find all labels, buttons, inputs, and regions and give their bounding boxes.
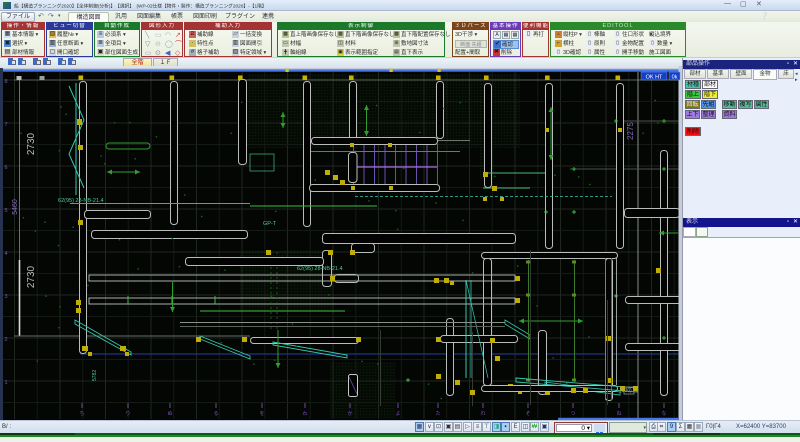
svg-text:り: り	[125, 411, 130, 417]
svg-text:ぬ: ぬ	[167, 411, 172, 417]
svg-text:た: た	[435, 411, 440, 417]
svg-text:ち: ち	[79, 411, 84, 417]
svg-text:そ: そ	[525, 410, 530, 417]
svg-text:1: 1	[4, 380, 7, 386]
svg-text:8: 8	[4, 79, 7, 85]
svg-text:を: を	[259, 410, 264, 417]
svg-text:か: か	[347, 410, 352, 417]
svg-text:7: 7	[4, 122, 7, 128]
svg-text:OK HT: OK HT	[646, 75, 663, 81]
svg-text:2275: 2275	[626, 122, 635, 140]
svg-text:5782: 5782	[92, 370, 98, 381]
svg-text:る: る	[213, 411, 218, 417]
svg-text:62(95) 28-NB-21.4: 62(95) 28-NB-21.4	[297, 266, 343, 272]
svg-text:2: 2	[4, 337, 7, 343]
svg-text:2730: 2730	[26, 132, 37, 155]
svg-text:2730: 2730	[26, 265, 37, 288]
svg-text:な: な	[661, 410, 666, 417]
svg-text:ね: ね	[616, 411, 621, 417]
svg-text:4: 4	[4, 251, 7, 257]
svg-text:0k: 0k	[672, 75, 678, 81]
svg-text:5: 5	[4, 208, 7, 214]
svg-text:れ: れ	[480, 411, 485, 417]
svg-text:5460: 5460	[12, 199, 19, 215]
svg-text:GP-T: GP-T	[263, 221, 277, 227]
svg-text:つ: つ	[570, 411, 575, 417]
svg-text:6: 6	[4, 165, 7, 171]
svg-text:わ: わ	[302, 410, 307, 417]
svg-text:よ: よ	[395, 411, 400, 417]
svg-text:3: 3	[4, 294, 7, 300]
svg-text:(530): (530)	[620, 388, 632, 394]
